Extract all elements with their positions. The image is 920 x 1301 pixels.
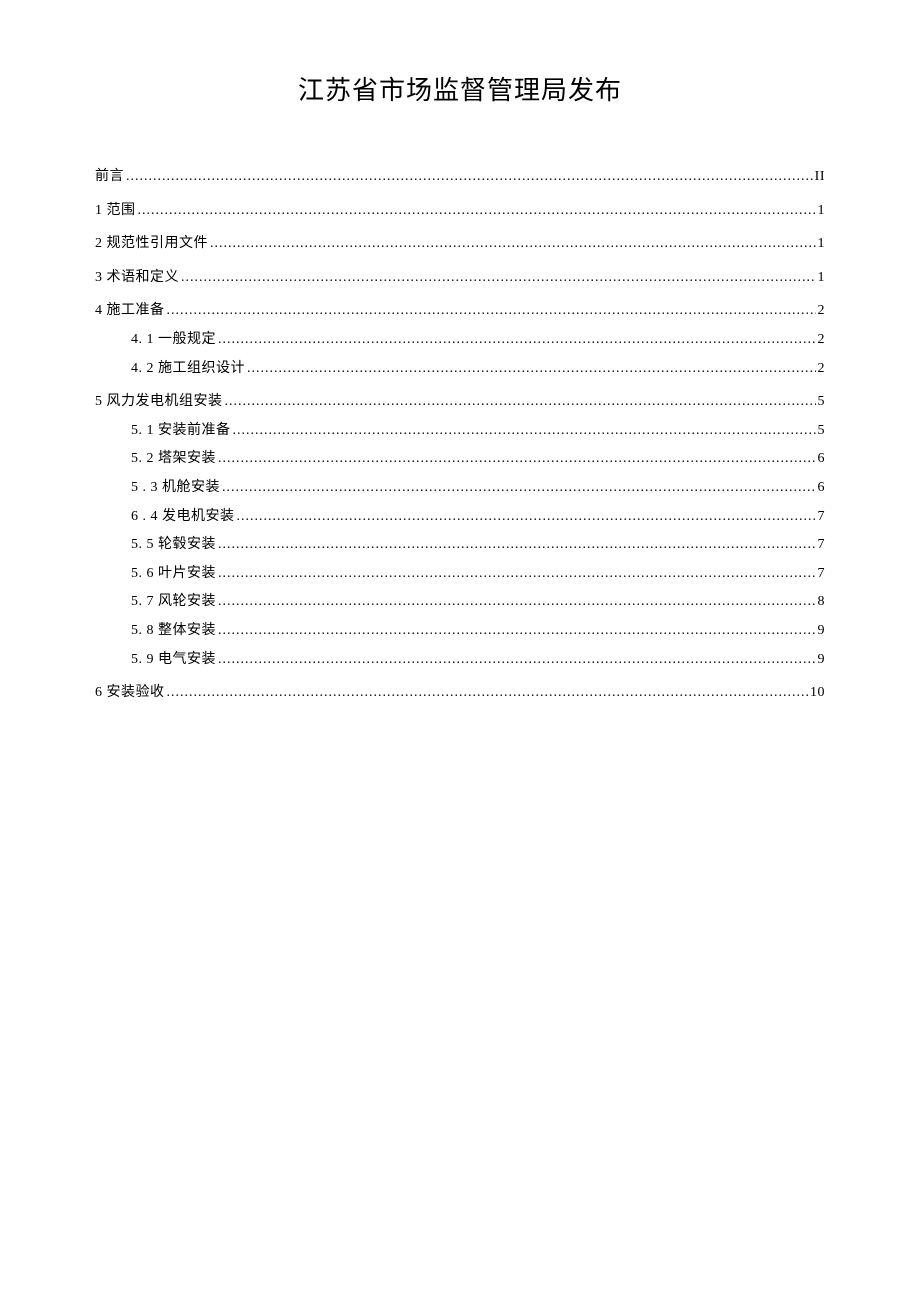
toc-entry: 4. 2 施工组织设计 2: [95, 359, 825, 379]
toc-leader-dots: [222, 478, 816, 498]
toc-entry: 4 施工准备 2: [95, 301, 825, 321]
toc-label: 4. 2 施工组织设计: [131, 359, 245, 379]
toc-entry: 1 范围 1: [95, 201, 825, 221]
toc-entry: 5. 1 安装前准备 5: [95, 421, 825, 441]
toc-page-number: 1: [818, 234, 826, 254]
toc-entry: 5. 2 塔架安装 6: [95, 449, 825, 469]
toc-page-number: 7: [818, 564, 826, 584]
toc-label: 5. 7 风轮安装: [131, 592, 216, 612]
toc-leader-dots: [233, 421, 816, 441]
toc-page-number: 6: [818, 478, 826, 498]
toc-entry: 3 术语和定义 1: [95, 268, 825, 288]
toc-leader-dots: [218, 330, 816, 350]
toc-page-number: 10: [810, 683, 825, 703]
toc-label: 5. 6 叶片安装: [131, 564, 216, 584]
toc-label: 6 安装验收: [95, 683, 165, 703]
toc-label: 4 施工准备: [95, 301, 165, 321]
toc-leader-dots: [218, 592, 816, 612]
toc-leader-dots: [167, 683, 809, 703]
toc-page-number: 2: [818, 301, 826, 321]
toc-leader-dots: [218, 621, 816, 641]
toc-entry: 5 . 3 机舱安装 6: [95, 478, 825, 498]
page-title: 江苏省市场监督管理局发布: [95, 70, 825, 107]
toc-label: 5. 2 塔架安装: [131, 449, 216, 469]
toc-leader-dots: [225, 392, 816, 412]
toc-leader-dots: [218, 650, 816, 670]
toc-page-number: 7: [818, 507, 826, 527]
toc-leader-dots: [126, 167, 813, 187]
toc-entry: 4. 1 一般规定 2: [95, 330, 825, 350]
toc-page-number: 2: [818, 359, 826, 379]
toc-page-number: 7: [818, 535, 826, 555]
toc-leader-dots: [237, 507, 816, 527]
toc-leader-dots: [210, 234, 816, 254]
toc-entry: 6 安装验收 10: [95, 683, 825, 703]
toc-label: 2 规范性引用文件: [95, 234, 208, 254]
toc-page-number: 9: [818, 621, 826, 641]
toc-leader-dots: [218, 535, 816, 555]
toc-entry: 6 . 4 发电机安装 7: [95, 507, 825, 527]
toc-entry: 5 风力发电机组安装 5: [95, 392, 825, 412]
toc-leader-dots: [167, 301, 816, 321]
toc-entry: 5. 7 风轮安装 8: [95, 592, 825, 612]
toc-leader-dots: [138, 201, 816, 221]
toc-page-number: 6: [818, 449, 826, 469]
toc-label: 5. 9 电气安装: [131, 650, 216, 670]
table-of-contents: 前言 II 1 范围 1 2 规范性引用文件 1 3 术语和定义 1 4 施工准…: [95, 167, 825, 703]
toc-label: 前言: [95, 167, 124, 187]
toc-entry: 5. 8 整体安装 9: [95, 621, 825, 641]
toc-entry: 2 规范性引用文件 1: [95, 234, 825, 254]
toc-label: 5. 1 安装前准备: [131, 421, 231, 441]
toc-page-number: 5: [818, 392, 826, 412]
toc-leader-dots: [247, 359, 816, 379]
toc-label: 5. 8 整体安装: [131, 621, 216, 641]
toc-page-number: 8: [818, 592, 826, 612]
toc-leader-dots: [181, 268, 816, 288]
toc-label: 5 风力发电机组安装: [95, 392, 223, 412]
toc-leader-dots: [218, 564, 816, 584]
toc-page-number: II: [815, 167, 825, 187]
toc-page-number: 1: [818, 268, 826, 288]
toc-page-number: 1: [818, 201, 826, 221]
toc-label: 6 . 4 发电机安装: [131, 507, 235, 527]
toc-entry: 前言 II: [95, 167, 825, 187]
toc-label: 1 范围: [95, 201, 136, 221]
toc-label: 5. 5 轮毂安装: [131, 535, 216, 555]
toc-entry: 5. 5 轮毂安装 7: [95, 535, 825, 555]
toc-entry: 5. 9 电气安装 9: [95, 650, 825, 670]
toc-label: 5 . 3 机舱安装: [131, 478, 220, 498]
toc-leader-dots: [218, 449, 816, 469]
toc-page-number: 5: [818, 421, 826, 441]
toc-page-number: 9: [818, 650, 826, 670]
toc-entry: 5. 6 叶片安装 7: [95, 564, 825, 584]
toc-label: 3 术语和定义: [95, 268, 179, 288]
toc-label: 4. 1 一般规定: [131, 330, 216, 350]
toc-page-number: 2: [818, 330, 826, 350]
